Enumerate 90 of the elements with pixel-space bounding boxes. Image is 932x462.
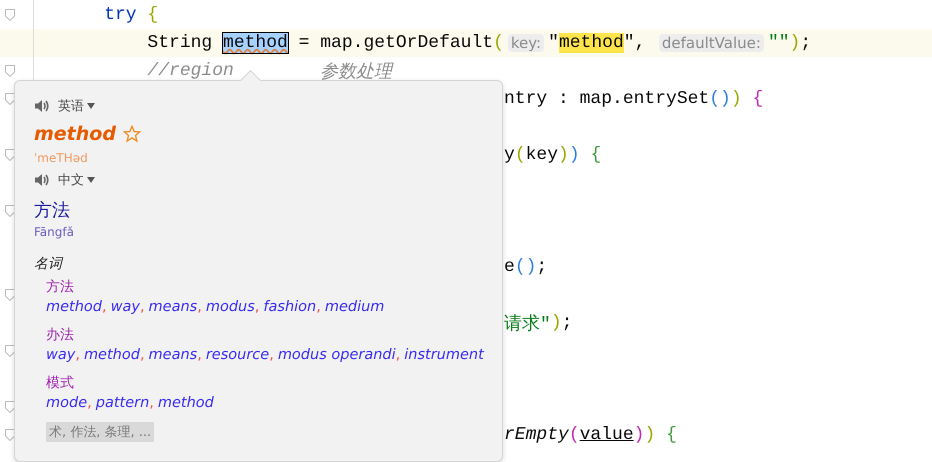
selected-word: method bbox=[223, 33, 288, 53]
code-text: " bbox=[624, 33, 635, 53]
fold-marker-icon[interactable] bbox=[5, 65, 15, 77]
synonym-link[interactable]: means bbox=[148, 345, 198, 373]
fold-marker-icon[interactable] bbox=[5, 401, 15, 413]
fold-marker-icon[interactable] bbox=[5, 93, 15, 105]
synonym-link[interactable]: medium bbox=[324, 297, 384, 325]
separator: , bbox=[396, 346, 400, 365]
separator: , bbox=[197, 346, 202, 365]
code-bracket: ) bbox=[644, 425, 656, 445]
language-dropdown[interactable]: 中文 bbox=[58, 171, 95, 189]
code-bracket: ) bbox=[568, 145, 580, 165]
code-text: ; bbox=[536, 257, 548, 277]
code-string: "" bbox=[768, 33, 790, 53]
fold-marker-icon[interactable] bbox=[5, 9, 15, 21]
sense-heading: 办法 bbox=[46, 326, 75, 345]
separator: , bbox=[140, 346, 145, 365]
code-bracket: ) bbox=[730, 89, 742, 109]
code-text: ; bbox=[562, 313, 572, 333]
code-bracket: { bbox=[590, 145, 602, 165]
code-bracket: () bbox=[514, 257, 536, 277]
caret-icon bbox=[87, 103, 95, 109]
speaker-icon[interactable] bbox=[34, 99, 50, 113]
separator: , bbox=[140, 298, 145, 317]
code-text: e bbox=[504, 257, 515, 277]
synonym-link[interactable]: resource bbox=[206, 345, 270, 373]
code-text: key bbox=[526, 145, 558, 165]
fold-marker-icon[interactable] bbox=[5, 429, 15, 441]
separator: , bbox=[197, 298, 202, 317]
code-bracket: ) bbox=[558, 145, 569, 165]
code-text: ; bbox=[800, 33, 812, 53]
phonetic-text: ˈmeTHəd bbox=[34, 151, 89, 167]
caret-icon bbox=[87, 177, 95, 183]
separator: , bbox=[254, 298, 260, 317]
separator: , bbox=[269, 346, 274, 365]
synonym-link[interactable]: mode bbox=[46, 393, 88, 421]
synonym-link[interactable]: means bbox=[148, 297, 198, 325]
separator: , bbox=[316, 298, 321, 317]
part-of-speech: 名词 bbox=[34, 255, 64, 274]
speaker-icon[interactable] bbox=[34, 173, 50, 187]
fold-marker-icon[interactable] bbox=[5, 345, 15, 357]
search-match: method bbox=[558, 33, 624, 53]
code-bracket: ) bbox=[550, 313, 562, 333]
sense-heading: 模式 bbox=[46, 374, 75, 393]
fold-marker-icon[interactable] bbox=[5, 289, 15, 301]
synonym-link[interactable]: way bbox=[110, 297, 140, 325]
code-bracket: ( bbox=[514, 145, 526, 165]
code-bracket: ( bbox=[568, 425, 580, 445]
separator: , bbox=[149, 394, 154, 413]
separator: , bbox=[102, 298, 107, 317]
headword: method bbox=[34, 123, 116, 145]
code-bracket: ) bbox=[790, 33, 800, 53]
synonym-link[interactable]: fashion bbox=[263, 297, 316, 325]
pinyin-text: Fāngfǎ bbox=[34, 225, 75, 241]
synonym-link[interactable]: pattern bbox=[96, 393, 150, 421]
separator: , bbox=[87, 394, 92, 413]
synonym-link[interactable]: way bbox=[46, 345, 76, 373]
code-comment: //region bbox=[146, 61, 234, 81]
synonym-link[interactable]: modus operandi bbox=[278, 345, 396, 373]
synonym-link[interactable]: modus bbox=[206, 297, 255, 325]
code-string: 请求" bbox=[504, 313, 551, 335]
parameter-hint: key: bbox=[508, 34, 544, 52]
code-text: = map.getOrDefault bbox=[298, 33, 494, 53]
code-keyword: try bbox=[103, 5, 137, 25]
parameter-hint: defaultValue: bbox=[658, 34, 764, 52]
code-bracket: ( bbox=[493, 33, 504, 53]
code-comment: 参数处理 bbox=[320, 61, 392, 83]
code-text: , bbox=[634, 33, 646, 53]
sense-heading: 方法 bbox=[46, 278, 75, 297]
synonym-link[interactable]: instrument bbox=[404, 345, 484, 373]
code-bracket: () bbox=[709, 89, 731, 109]
synonym-link[interactable]: method bbox=[84, 345, 140, 373]
code-text: ntry : map.entrySet bbox=[504, 89, 710, 109]
translation-text: 方法 bbox=[34, 199, 71, 223]
code-variable: value bbox=[580, 425, 634, 445]
code-bracket: { bbox=[147, 5, 158, 25]
synonym-link[interactable]: method bbox=[46, 297, 102, 325]
fold-marker-icon[interactable] bbox=[5, 149, 15, 161]
code-text: String bbox=[146, 33, 214, 53]
code-bracket: ) bbox=[634, 425, 644, 445]
code-bracket: { bbox=[666, 425, 677, 445]
code-method: rEmpty bbox=[504, 425, 569, 445]
language-dropdown[interactable]: 英语 bbox=[58, 97, 95, 115]
fold-marker-icon[interactable] bbox=[5, 205, 15, 217]
separator: , bbox=[75, 346, 80, 365]
star-icon[interactable] bbox=[122, 125, 141, 143]
code-text: y bbox=[504, 145, 515, 165]
code-text: " bbox=[548, 33, 559, 53]
code-bracket: { bbox=[752, 89, 764, 109]
synonym-link[interactable]: method bbox=[158, 393, 214, 421]
